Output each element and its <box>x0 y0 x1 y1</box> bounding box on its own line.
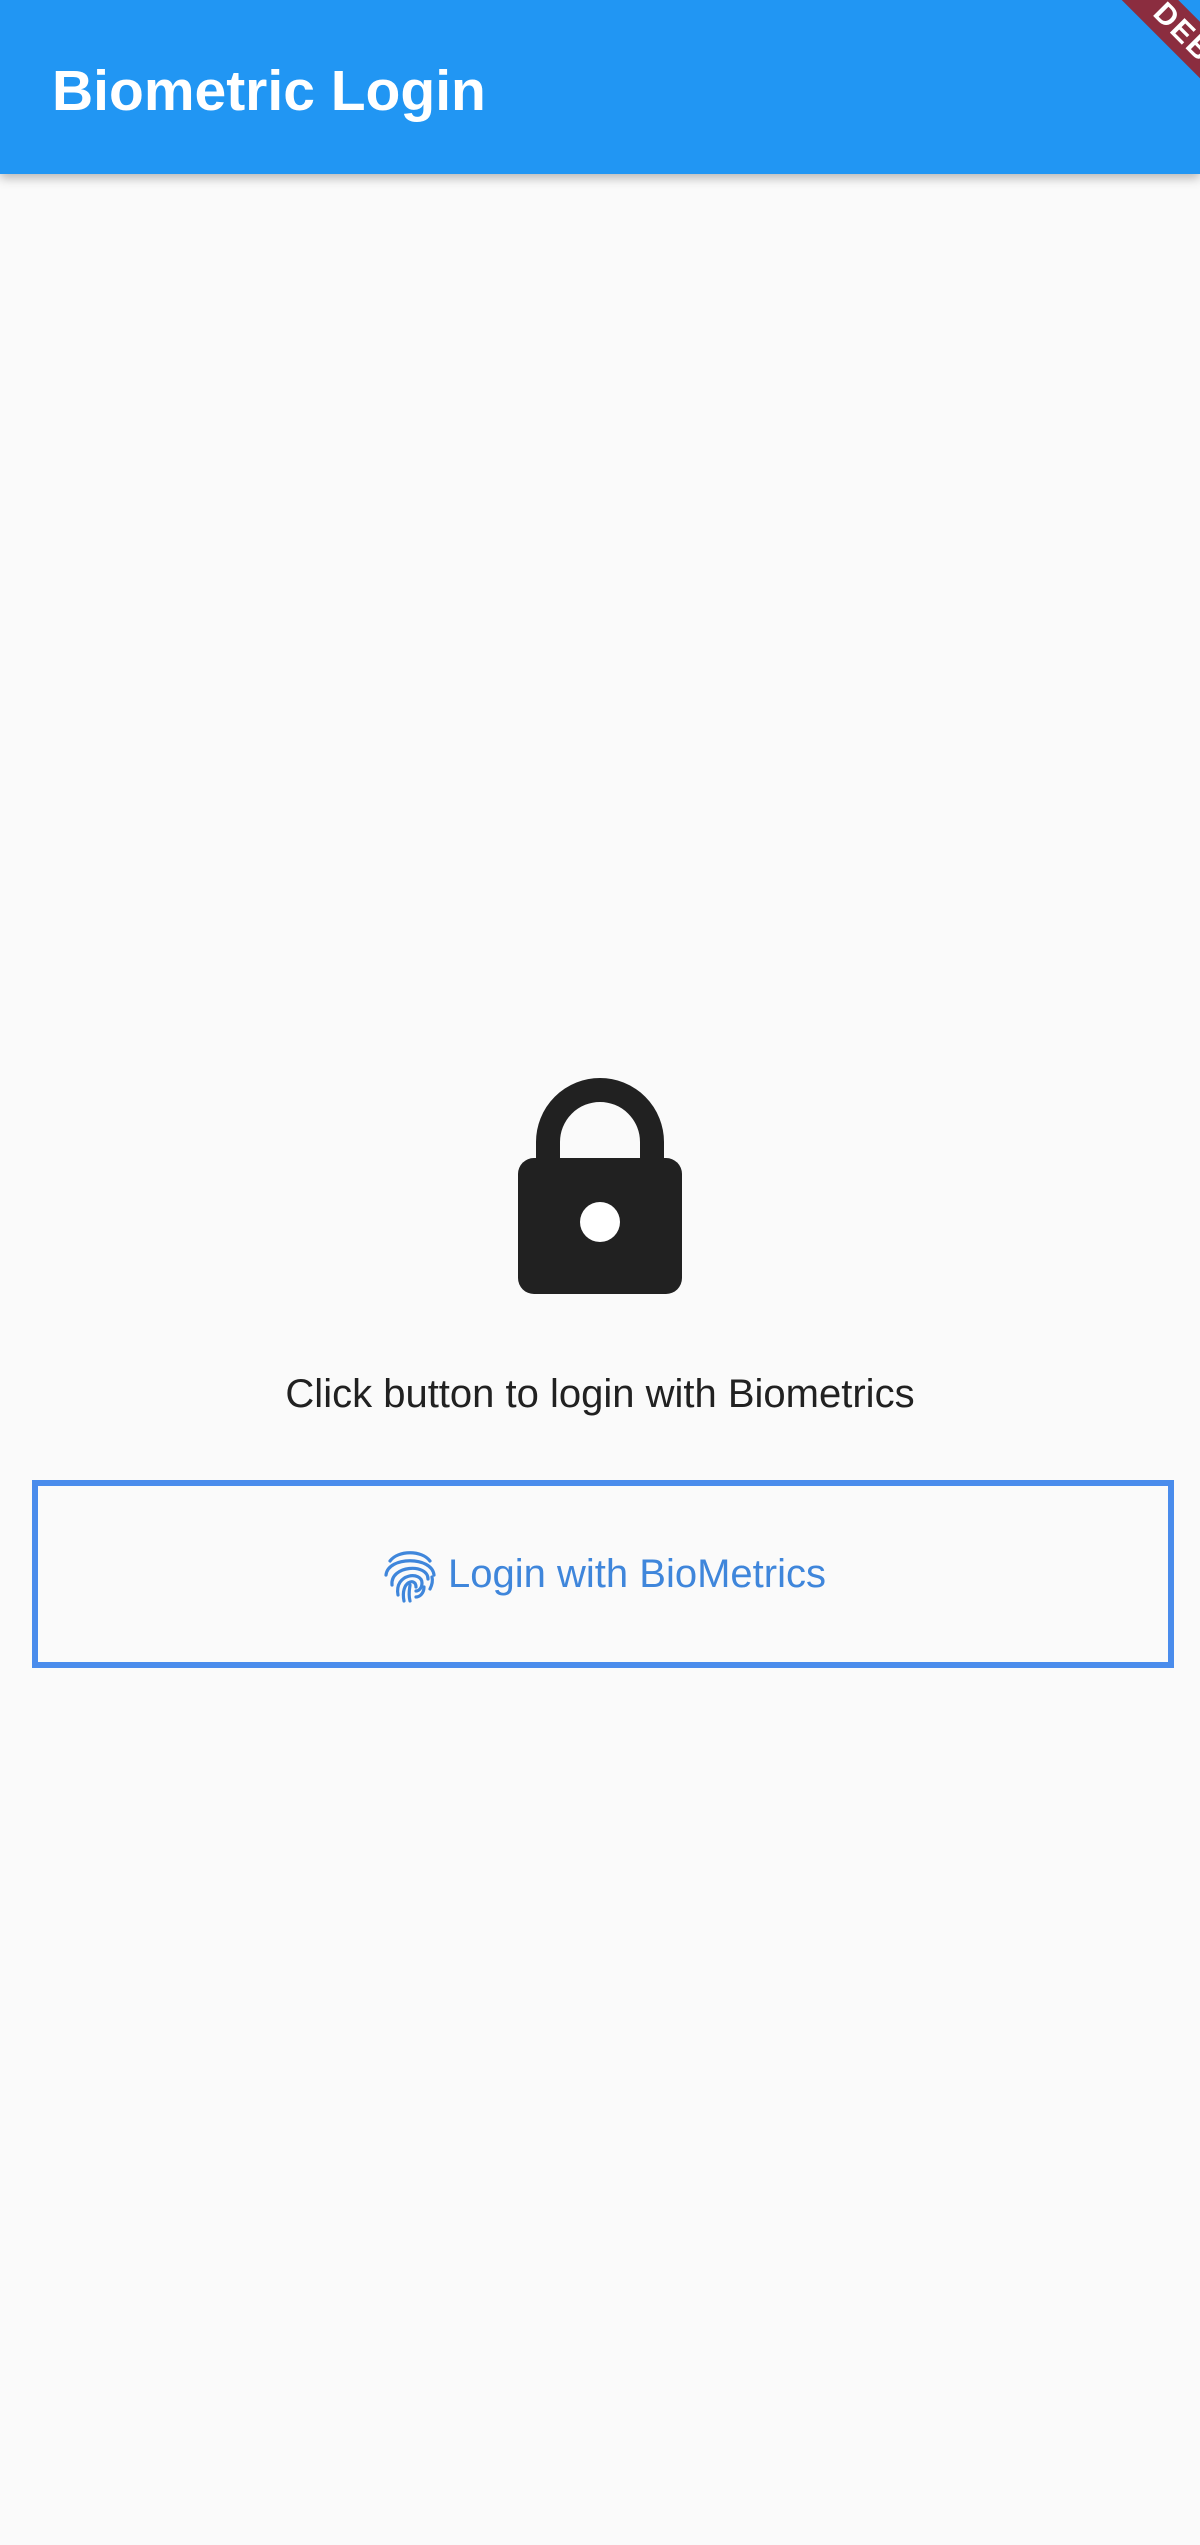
debug-banner-label: DEBUG <box>1079 0 1200 150</box>
debug-banner: DEBUG <box>1050 0 1200 150</box>
fingerprint-icon <box>384 1551 436 1603</box>
login-button-label: Login with BioMetrics <box>448 1552 826 1596</box>
main-content: Click button to login with Biometrics Lo… <box>0 174 1200 2545</box>
lock-icon <box>518 1078 682 1294</box>
login-hint-text: Click button to login with Biometrics <box>285 1372 915 1416</box>
app-title: Biometric Login <box>52 59 486 123</box>
app-bar: Biometric Login <box>0 0 1200 174</box>
login-biometrics-button[interactable]: Login with BioMetrics <box>32 1480 1174 1668</box>
login-button-content: Login with BioMetrics <box>380 1541 826 1607</box>
